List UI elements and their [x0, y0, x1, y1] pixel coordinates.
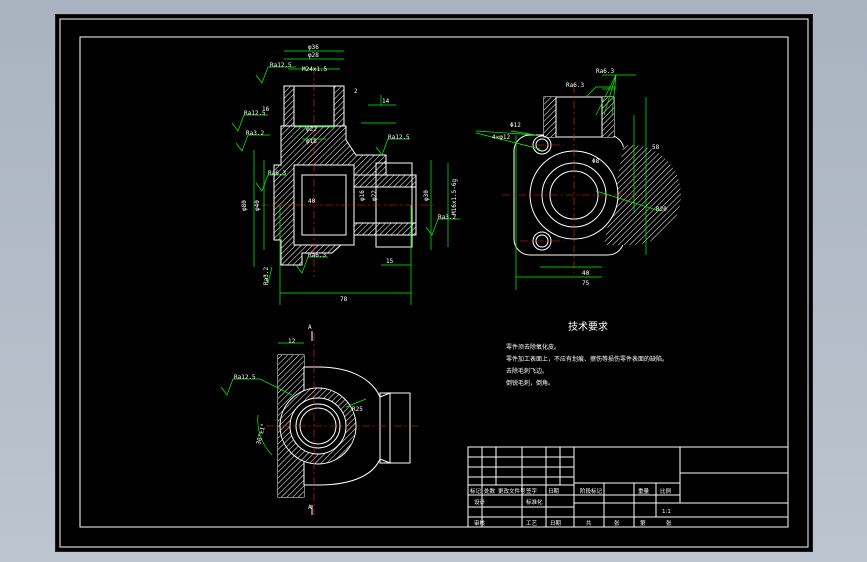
tb-r3-c1: 审核	[474, 519, 486, 527]
dim-d80: φ80	[241, 200, 248, 211]
dim-l2: 2	[354, 88, 358, 95]
dim-d40: φ40	[254, 200, 261, 211]
dim-d36: φ36	[308, 44, 319, 51]
dim-d18: φ18	[306, 138, 317, 145]
dim-d22b: φ22	[371, 190, 378, 201]
top-angle: 30°±1°	[255, 423, 267, 446]
side-d8: Φ8	[592, 158, 600, 165]
side-ra-1: Ra6.3	[596, 68, 614, 75]
tech-note-1: 零件须去除氧化皮。	[506, 343, 560, 351]
top-view: A A 12 R25 Ra12.5 30°±1°	[220, 324, 420, 515]
side-l58: 58	[652, 144, 660, 151]
ra-8: Ra3.2	[263, 267, 270, 285]
top-r: R25	[352, 406, 363, 413]
tb-r4-c7: 第	[640, 519, 646, 527]
ra-5: Ra6.3	[308, 252, 326, 259]
ra-1: Ra12.5	[270, 62, 292, 69]
inner-frame	[79, 36, 789, 528]
tb-r1-c3: 更改文件号	[498, 487, 526, 495]
top-a1: A	[308, 324, 312, 331]
tb-r2-c6: 重量	[638, 487, 650, 495]
dim-l40: 40	[308, 198, 316, 205]
outer-frame	[59, 18, 809, 548]
ra-3: Ra3.2	[246, 130, 264, 137]
tb-r4-c1: 工艺	[526, 520, 538, 527]
tb-r2-c7: 比例	[660, 487, 672, 495]
tb-r1-c1: 标记	[470, 487, 482, 495]
side-l40: 40	[582, 270, 590, 277]
ra-7: Ra12.5	[388, 134, 410, 141]
tb-r2-c5: 阶段标记	[580, 487, 603, 495]
tb-r4-c5: 共	[586, 519, 592, 527]
side-ra-2: Ra6.3	[566, 82, 584, 89]
dim-l15: 15	[386, 258, 394, 265]
side-view: Ra6.3 Ra6.3 Φ12 4×φ12 58 R20 40 75 Φ8	[475, 68, 681, 290]
ra-2: Ra12.5	[244, 110, 266, 117]
tb-r4-c6: 张	[614, 519, 620, 527]
tb-r1-c4: 签字	[526, 487, 538, 495]
tb-r1-c5: 日期	[548, 488, 560, 495]
dim-l14: 14	[382, 98, 390, 105]
tech-title: 技术要求	[568, 320, 608, 333]
side-holes: 4×φ12	[492, 134, 510, 141]
ra-6: Ra3.2	[438, 214, 456, 221]
top-a2: A	[308, 504, 312, 511]
tb-r4-c3: 日期	[550, 520, 562, 527]
tech-requirements: 技术要求 零件须去除氧化皮。 零件加工表面上，不应有划痕、擦伤等损伤零件表面的缺…	[506, 320, 668, 387]
dim-l78: 78	[340, 296, 348, 303]
side-l75: 75	[582, 280, 590, 287]
tb-r2-c1: 设计	[474, 498, 486, 506]
dim-m16: M16x1.5-6g	[451, 178, 458, 215]
side-r20: R20	[656, 206, 667, 213]
tech-note-2: 零件加工表面上，不应有划痕、擦伤等损伤零件表面的缺陷。	[506, 355, 668, 363]
side-d12: Φ12	[510, 122, 521, 129]
tb-r4-c8: 张	[666, 519, 672, 527]
tb-scale: 1:1	[662, 509, 671, 515]
tech-note-4: 倒锐毛刺，倒角。	[506, 379, 554, 387]
dim-d16: φ16	[359, 190, 366, 201]
tech-note-3: 去除毛刺飞边。	[506, 367, 548, 375]
tb-r2-c3: 标准化	[526, 498, 543, 506]
front-section-view: φ36 φ28 M24x1.5 φ22 φ18 φ80 φ40 φ30 φ22 …	[231, 44, 460, 305]
title-block: 标记 处数 更改文件号 签字 日期 设计 标准化 阶段标记 重量 比例 1:1 …	[467, 446, 789, 528]
dim-d22: φ22	[306, 126, 317, 133]
top-ra: Ra12.5	[234, 374, 256, 381]
dim-d30: φ30	[423, 190, 430, 201]
ra-4: Ra6.3	[268, 170, 286, 177]
dim-d28: φ28	[308, 52, 319, 59]
dim-m24: M24x1.5	[302, 66, 328, 73]
drawing-canvas: φ36 φ28 M24x1.5 φ22 φ18 φ80 φ40 φ30 φ22 …	[59, 18, 809, 548]
tb-r1-c2: 处数	[484, 487, 496, 495]
top-l12: 12	[288, 338, 296, 345]
cad-viewport[interactable]: φ36 φ28 M24x1.5 φ22 φ18 φ80 φ40 φ30 φ22 …	[55, 14, 813, 552]
